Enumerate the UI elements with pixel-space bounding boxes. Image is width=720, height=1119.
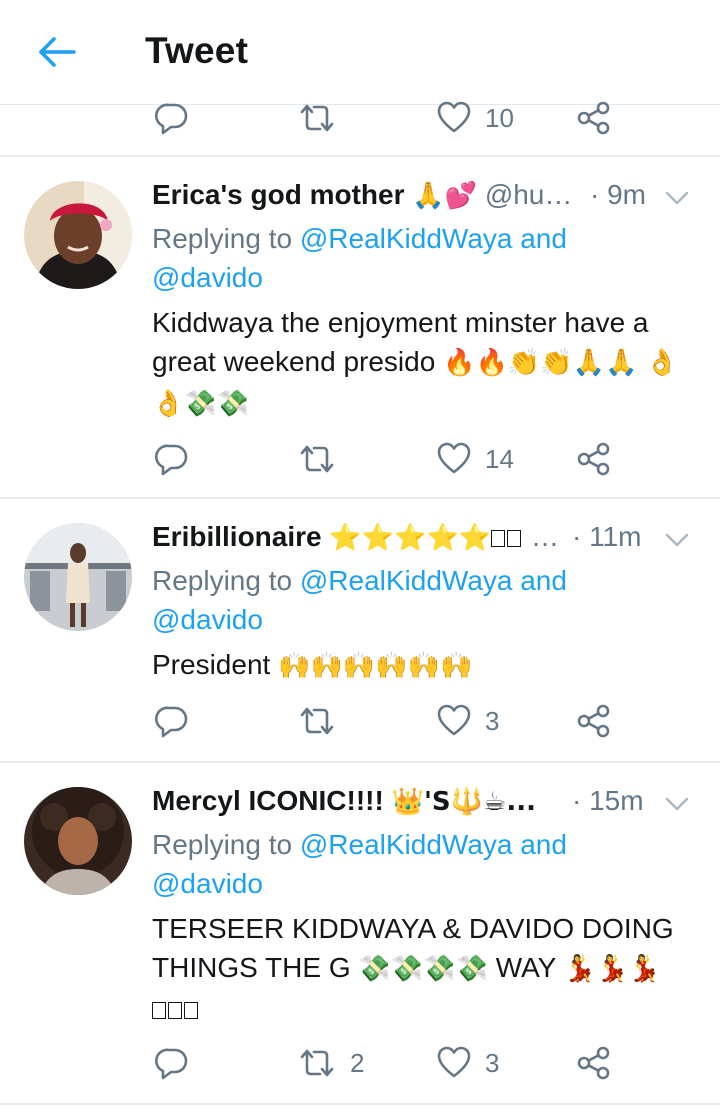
replying-prefix: Replying to [152, 829, 293, 860]
tweet-header: Erica's god mother 🙏💕 @hu… · 9m [152, 179, 706, 219]
share-button[interactable] [577, 1033, 611, 1093]
tweet-actions: 14 [0, 429, 720, 489]
replying-user-link[interactable]: @davido [152, 868, 263, 899]
like-button[interactable]: 3 [437, 691, 499, 751]
retweet-icon [300, 104, 334, 132]
share-button[interactable] [577, 429, 611, 489]
avatar[interactable] [24, 523, 132, 631]
tweet-actions: 3 [0, 691, 720, 751]
share-button[interactable] [577, 691, 611, 751]
tweet-text: President 🙌🙌🙌🙌🙌🙌 [152, 645, 697, 686]
missing-glyph-icon [507, 530, 522, 547]
tweet-emoji-end: 💃💃💃 [563, 954, 661, 984]
reply-button[interactable] [155, 88, 189, 148]
missing-glyph-icon [152, 1002, 166, 1019]
chevron-down-icon[interactable] [662, 183, 692, 213]
tweet-item[interactable]: Eribillionaire ⭐⭐⭐⭐⭐ … · 11m Replying to… [0, 499, 720, 761]
tweet-text: TERSEER KIDDWAYA & DAVIDO DOING THINGS T… [152, 909, 697, 1028]
name-emoji: ⭐⭐⭐⭐⭐ [329, 523, 492, 553]
retweet-icon [300, 1049, 334, 1077]
retweet-icon [300, 445, 334, 473]
chevron-down-icon[interactable] [662, 525, 692, 555]
tweet-item[interactable]: Erica's god mother 🙏💕 @hu… · 9m Replying… [0, 157, 720, 497]
author-name-text: Eribillionaire [152, 521, 322, 552]
reply-button[interactable] [155, 1033, 189, 1093]
replying-user-link[interactable]: @davido [152, 262, 263, 293]
retweet-button[interactable] [298, 429, 336, 489]
replying-users-link[interactable]: @RealKiddWaya and [300, 565, 567, 596]
like-count: 14 [485, 443, 514, 474]
tweet-actions: 2 3 [0, 1033, 720, 1093]
replying-to: Replying to @RealKiddWaya and @davido [152, 219, 692, 297]
tweet-actions-previous: 10 [0, 88, 720, 148]
tweet-emoji: 🙌🙌🙌🙌🙌🙌 [278, 651, 473, 681]
retweet-button[interactable] [298, 88, 336, 148]
share-icon [577, 704, 610, 738]
heart-icon [437, 442, 471, 474]
retweet-button[interactable]: 2 [298, 1033, 364, 1093]
replying-to: Replying to @RealKiddWaya and @davido [152, 825, 692, 903]
author-name[interactable]: Eribillionaire ⭐⭐⭐⭐⭐ … [152, 521, 559, 553]
heart-icon [437, 101, 471, 133]
tweet-text: Kiddwaya the enjoyment minster have a gr… [152, 303, 697, 424]
heart-icon [437, 1046, 471, 1078]
name-emoji: 👑'S🔱☕... [391, 787, 536, 817]
author-name[interactable]: Mercyl ICONIC!!!! 👑'S🔱☕... [152, 785, 536, 817]
missing-glyph-icon [184, 1002, 198, 1019]
timestamp: · 15m [572, 785, 644, 816]
like-count: 10 [485, 102, 514, 133]
reply-icon [155, 706, 188, 738]
avatar[interactable] [24, 181, 132, 289]
chevron-down-icon[interactable] [662, 789, 692, 819]
share-icon [577, 442, 610, 476]
back-arrow-icon[interactable] [34, 30, 78, 74]
author-handle: @hu… [484, 179, 573, 210]
like-count: 3 [485, 1047, 500, 1078]
tweet-header: Eribillionaire ⭐⭐⭐⭐⭐ … · 11m [152, 521, 706, 561]
like-button[interactable]: 10 [437, 88, 514, 148]
name-emoji: 🙏💕 [412, 181, 478, 211]
tweet-item[interactable]: Mercyl ICONIC!!!! 👑'S🔱☕... · 15m Replyin… [0, 763, 720, 1103]
retweet-count: 2 [350, 1047, 365, 1078]
author-handle: … [531, 521, 560, 552]
tweet-body: President [152, 649, 271, 680]
tweet-emoji: 💸💸💸💸 [358, 954, 488, 984]
replying-prefix: Replying to [152, 565, 293, 596]
heart-icon [437, 704, 471, 736]
replying-users-link[interactable]: @RealKiddWaya and [300, 829, 567, 860]
like-button[interactable]: 14 [437, 429, 514, 489]
author-name[interactable]: Erica's god mother 🙏💕 @hu… [152, 179, 572, 211]
replying-user-link[interactable]: @davido [152, 604, 263, 635]
share-icon [577, 101, 610, 135]
like-button[interactable]: 3 [437, 1033, 499, 1093]
retweet-icon [300, 707, 334, 735]
like-count: 3 [485, 705, 500, 736]
reply-icon [155, 103, 188, 135]
tweet-header: Mercyl ICONIC!!!! 👑'S🔱☕... · 15m [152, 785, 706, 825]
missing-glyph-icon [168, 1002, 182, 1019]
author-name-text: Mercyl ICONIC!!!! [152, 785, 384, 816]
page-title: Tweet [145, 30, 249, 71]
missing-glyph-icon [491, 530, 506, 547]
reply-button[interactable] [155, 691, 189, 751]
replying-users-link[interactable]: @RealKiddWaya and [300, 223, 567, 254]
author-name-text: Erica's god mother [152, 179, 405, 210]
retweet-button[interactable] [298, 691, 336, 751]
divider [0, 1103, 720, 1105]
replying-prefix: Replying to [152, 223, 293, 254]
tweet-body-end: WAY [495, 952, 556, 983]
avatar[interactable] [24, 787, 132, 895]
timestamp: · 9m [590, 179, 646, 210]
share-button[interactable] [577, 88, 611, 148]
share-icon [577, 1046, 610, 1080]
replying-to: Replying to @RealKiddWaya and @davido [152, 561, 692, 639]
reply-icon [155, 444, 188, 476]
reply-button[interactable] [155, 429, 189, 489]
timestamp: · 11m [572, 521, 642, 552]
reply-icon [155, 1048, 188, 1080]
